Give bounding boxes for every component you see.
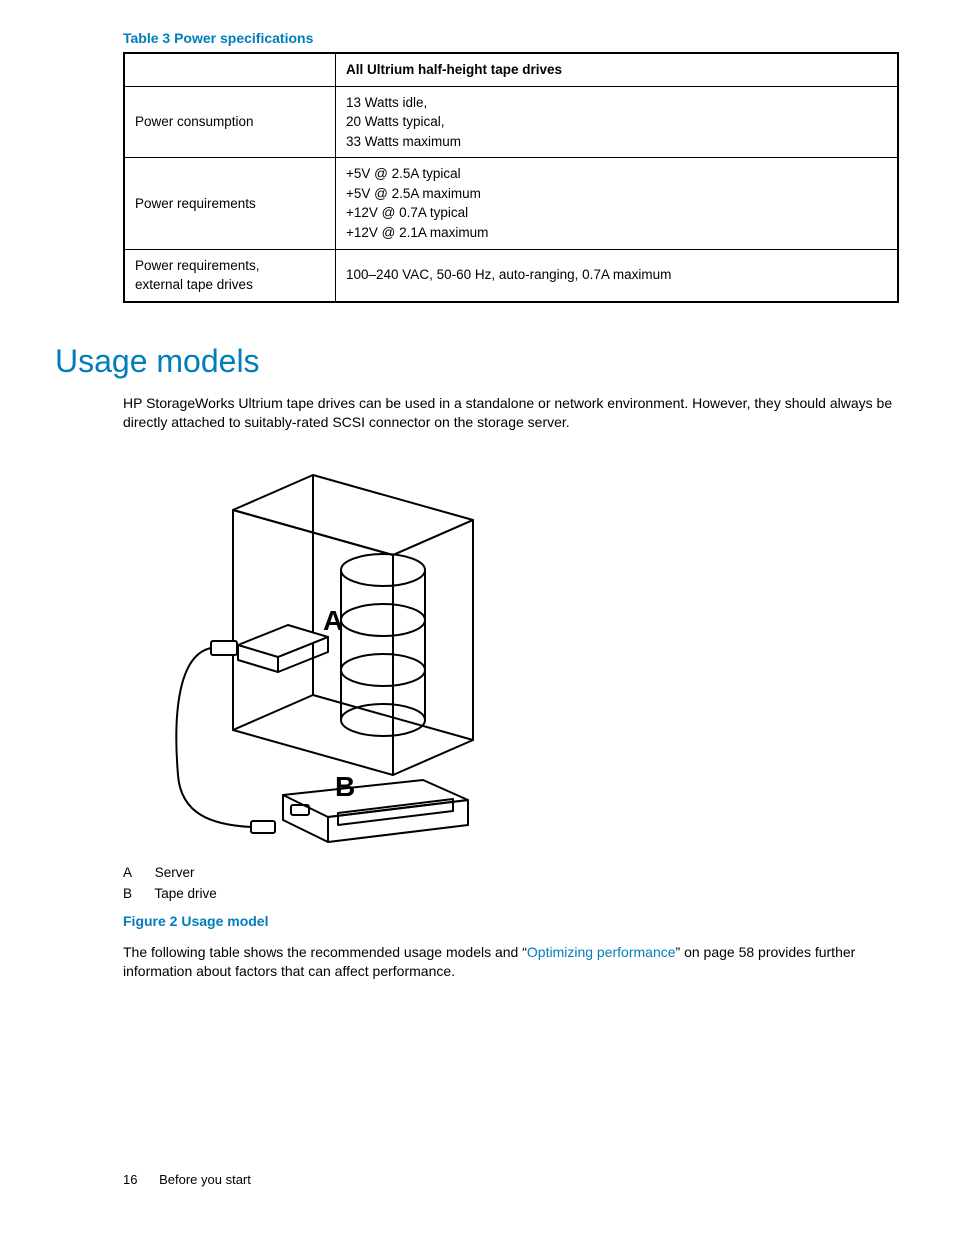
table3-caption: Table 3 Power specifications [123, 30, 899, 46]
legend-row: A Server [123, 865, 899, 880]
figure2-legend: A Server B Tape drive [123, 865, 899, 901]
legend-text-b: Tape drive [155, 886, 217, 901]
table-row: Power consumption 13 Watts idle, 20 Watt… [124, 86, 898, 158]
para-following-table: The following table shows the recommende… [123, 943, 899, 982]
link-optimizing-performance[interactable]: Optimizing performance [527, 944, 676, 960]
figure2-label-b: B [335, 771, 355, 803]
server-tape-drive-illustration [123, 455, 483, 855]
legend-row: B Tape drive [123, 886, 899, 901]
intro-paragraph: HP StorageWorks Ultrium tape drives can … [123, 394, 899, 433]
para2-pre: The following table shows the recommende… [123, 944, 527, 960]
page-number: 16 [123, 1172, 137, 1187]
table3-row2-label: Power requirements, external tape drives [124, 249, 336, 302]
table-row: Power requirements, external tape drives… [124, 249, 898, 302]
table3-row1-label: Power requirements [124, 158, 336, 249]
table3-row0-label: Power consumption [124, 86, 336, 158]
table3-header-blank [124, 53, 336, 86]
footer-section-title: Before you start [159, 1172, 251, 1187]
figure2-caption: Figure 2 Usage model [123, 913, 899, 929]
legend-text-a: Server [155, 865, 195, 880]
page-footer: 16 Before you start [123, 1172, 251, 1187]
table3-row1-value: +5V @ 2.5A typical +5V @ 2.5A maximum +1… [336, 158, 899, 249]
legend-letter-b: B [123, 886, 151, 901]
table3-power-specs: All Ultrium half-height tape drives Powe… [123, 52, 899, 303]
table3-row0-value: 13 Watts idle, 20 Watts typical, 33 Watt… [336, 86, 899, 158]
table3-row2-value: 100–240 VAC, 50-60 Hz, auto-ranging, 0.7… [336, 249, 899, 302]
figure2-label-a: A [323, 605, 343, 637]
section-heading-usage-models: Usage models [55, 343, 899, 380]
figure2-diagram: A B [123, 455, 483, 855]
table-row: Power requirements +5V @ 2.5A typical +5… [124, 158, 898, 249]
legend-letter-a: A [123, 865, 151, 880]
table3-header-col: All Ultrium half-height tape drives [336, 53, 899, 86]
